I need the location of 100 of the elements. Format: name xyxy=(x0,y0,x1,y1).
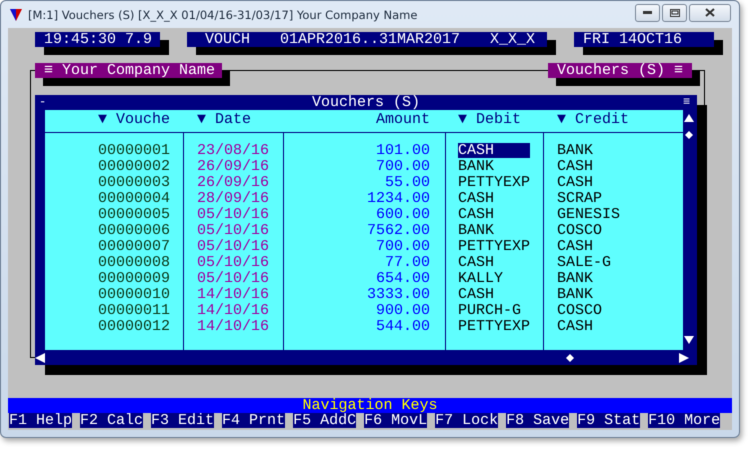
table-cell-text: COSCO xyxy=(556,302,604,318)
table-cell-text: 00000010 xyxy=(96,286,171,302)
table-cell-text: 05/10/16 xyxy=(196,206,270,222)
table-cell-text: CASH xyxy=(458,286,496,302)
scroll-thumb-icon[interactable] xyxy=(566,354,574,362)
table-cell-text: 00000003 xyxy=(96,174,171,190)
function-key[interactable]: F1 Help xyxy=(9,413,72,428)
table-cell-text: 00000002 xyxy=(96,158,171,174)
close-button[interactable] xyxy=(689,4,731,22)
table-cell-text: CASH xyxy=(556,238,594,254)
table-cell-text: SALE-G xyxy=(556,254,612,270)
table-cell: PETTYEXP xyxy=(458,174,530,190)
minimize-icon xyxy=(643,11,652,14)
table-cell-text: 101.00 xyxy=(374,142,431,158)
table-cell-text: COSCO xyxy=(556,222,604,238)
function-key[interactable]: F5 AddC xyxy=(293,413,356,428)
table-cell-text: BANK xyxy=(556,142,594,158)
function-key[interactable]: F3 Edit xyxy=(151,413,214,428)
table-cell-text: 26/09/16 xyxy=(196,158,270,174)
vouchers-tab[interactable]: Vouchers (S) ≡ xyxy=(548,63,692,78)
table-cell-text: CASH xyxy=(458,254,496,270)
table-cell-text: 23/08/16 xyxy=(196,142,270,158)
table-cell-text: BANK xyxy=(458,222,496,238)
table-cell: PETTYEXP xyxy=(458,318,530,334)
company-tab[interactable]: ≡ Your Company Name xyxy=(35,63,222,78)
maximize-icon xyxy=(670,8,680,16)
table-cell-text: 00000005 xyxy=(96,206,171,222)
table-cell-text: 77.00 xyxy=(384,254,431,270)
table-cell-text: 00000011 xyxy=(96,302,171,318)
table-cell-text: 00000009 xyxy=(96,270,171,286)
table-cell-text: 600.00 xyxy=(374,206,431,222)
table-cell-text: PURCH-G xyxy=(458,302,522,318)
function-key[interactable]: F4 Prnt xyxy=(222,413,286,428)
user-text: X_X_X xyxy=(490,32,536,47)
table-cell-text: 00000001 xyxy=(96,142,171,158)
table-cell-text: CASH xyxy=(458,206,496,222)
function-key[interactable]: F8 Save xyxy=(506,413,570,428)
function-key[interactable]: F9 Stat xyxy=(577,413,640,428)
date-text: FRI 14OCT16 xyxy=(583,32,682,47)
app-icon xyxy=(10,8,22,20)
table-cell-text: CASH xyxy=(556,174,594,190)
table-cell-text: 900.00 xyxy=(374,302,431,318)
table-cell: PETTYEXP xyxy=(458,238,530,254)
window-title: [M:1] Vouchers (S) [X_X_X 01/04/16-31/03/17] Your Company Name xyxy=(28,8,418,22)
table-cell-text: CASH xyxy=(556,158,594,174)
module-text: VOUCH xyxy=(204,32,250,47)
table-cell-text: 14/10/16 xyxy=(196,286,270,302)
table-cell-text: BANK xyxy=(556,286,594,302)
table-cell-text: 00000007 xyxy=(96,238,171,254)
table-cell-text: BANK xyxy=(556,270,594,286)
table-cell-text: 55.00 xyxy=(384,174,431,190)
scroll-thumb-icon[interactable] xyxy=(685,131,693,139)
panel-title: Vouchers (S) xyxy=(310,95,422,110)
table-cell-text: 7562.00 xyxy=(366,222,431,238)
table-cell-text: 28/09/16 xyxy=(196,190,270,206)
scroll-left-icon[interactable] xyxy=(35,352,45,362)
table-cell-text: 14/10/16 xyxy=(196,318,270,334)
table-cell-text: 00000004 xyxy=(96,190,171,206)
table-cell-text: 3333.00 xyxy=(366,286,431,302)
table-cell-text: 544.00 xyxy=(374,318,431,334)
scroll-right-icon[interactable] xyxy=(679,352,689,362)
column-header[interactable]: ▼ Date xyxy=(183,112,283,132)
table-cell-text: 05/10/16 xyxy=(196,254,270,270)
table-cell-text: 00000008 xyxy=(96,254,171,270)
table-cell-text: 05/10/16 xyxy=(196,270,270,286)
function-key[interactable]: F2 Calc xyxy=(80,413,144,428)
panel-glyph: - xyxy=(39,95,48,110)
column-header[interactable]: Amount xyxy=(283,112,445,132)
table-cell-text: CASH xyxy=(458,190,496,206)
column-header[interactable]: ▼ Debit xyxy=(445,112,543,132)
period-text: 01APR2016..31MAR2017 xyxy=(280,32,460,47)
scroll-down-icon[interactable] xyxy=(684,335,694,345)
table-cell-text: 700.00 xyxy=(374,238,431,254)
navigation-title: Navigation Keys xyxy=(302,398,438,413)
minimize-button[interactable] xyxy=(635,4,660,22)
maximize-button[interactable] xyxy=(662,4,687,22)
clock-text: 19:45:30 7.9 xyxy=(44,32,152,47)
table-cell-text: 00000012 xyxy=(96,318,171,334)
table-cell-text: CASH xyxy=(556,318,594,334)
panel-menu-glyph[interactable]: ≡ xyxy=(683,95,693,110)
table-cell-text: 00000006 xyxy=(96,222,171,238)
table-cell-text: 1234.00 xyxy=(366,190,431,206)
column-header[interactable]: ▼ Credit xyxy=(543,112,683,132)
table-cell-text: 700.00 xyxy=(374,158,431,174)
table-cell-text: 14/10/16 xyxy=(196,302,270,318)
table-cell-text: 05/10/16 xyxy=(196,222,270,238)
column-header[interactable]: ▼ Vouche xyxy=(45,112,183,132)
table-cell-text: GENESIS xyxy=(556,206,622,222)
table-cell-text: SCRAP xyxy=(556,190,604,206)
table-cell-text: KALLY xyxy=(458,270,504,286)
table-cell-text: BANK xyxy=(458,158,496,174)
table-cell-text: 654.00 xyxy=(374,270,431,286)
table-cell-text: 05/10/16 xyxy=(196,238,270,254)
table-cell-text: 26/09/16 xyxy=(196,174,270,190)
function-key[interactable]: F6 MovL xyxy=(364,413,428,428)
function-key[interactable]: F10 More xyxy=(648,413,720,428)
function-key[interactable]: F7 Lock xyxy=(435,413,498,428)
table-cell: CASH xyxy=(458,142,530,158)
close-icon xyxy=(705,8,715,17)
scroll-up-icon[interactable] xyxy=(684,113,694,123)
